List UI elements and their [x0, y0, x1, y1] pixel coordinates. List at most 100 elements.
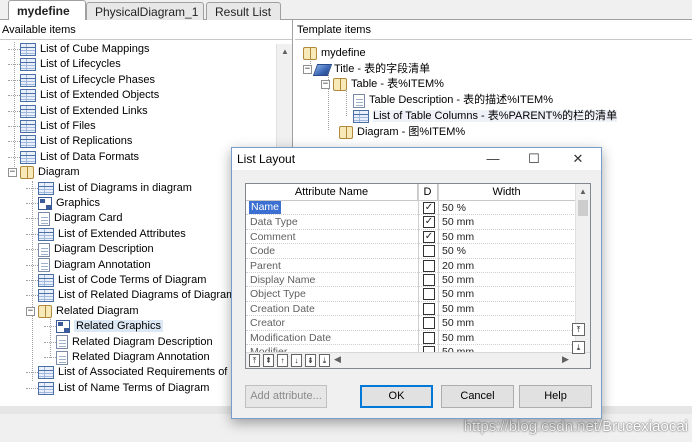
sidebar-item[interactable]: List of Extended Attributes	[26, 227, 186, 242]
collapse-icon[interactable]: −	[26, 306, 35, 316]
move-page-up-icon[interactable]: ⇞	[263, 354, 274, 367]
sidebar-item[interactable]: List of Files	[8, 119, 96, 134]
template-item[interactable]: − Table - 表%ITEM%	[321, 77, 444, 92]
sidebar-item[interactable]: Diagram Description	[26, 242, 154, 257]
column-header-attribute-name[interactable]: Attribute Name	[246, 184, 418, 201]
attribute-name-cell[interactable]: Parent	[250, 259, 281, 273]
display-checkbox[interactable]	[423, 274, 435, 286]
sidebar-item[interactable]: List of Lifecycle Phases	[8, 73, 155, 88]
sidebar-item[interactable]: Related Graphics	[44, 319, 163, 334]
attribute-name-cell[interactable]: Data Type	[250, 215, 298, 229]
table-row[interactable]: Code 50 %	[246, 244, 576, 259]
sidebar-item[interactable]: − Diagram	[8, 165, 80, 180]
sidebar-item[interactable]: List of Replications	[8, 134, 132, 149]
sidebar-item[interactable]: List of Lifecycles	[8, 57, 121, 72]
sidebar-item[interactable]: List of Cube Mappings	[8, 42, 149, 57]
attribute-name-cell[interactable]: Object Type	[250, 287, 306, 301]
sidebar-item[interactable]: Diagram Card	[26, 211, 122, 226]
tab-mydefine[interactable]: mydefine	[8, 0, 86, 21]
attribute-name-cell[interactable]: Display Name	[250, 273, 315, 287]
sidebar-item[interactable]: List of Extended Links	[8, 104, 148, 119]
sidebar-item[interactable]: List of Associated Requirements of Di	[26, 365, 241, 380]
template-item[interactable]: mydefine	[303, 46, 366, 61]
sidebar-item[interactable]: Graphics	[26, 196, 100, 211]
close-icon[interactable]: ✕	[563, 148, 593, 170]
sidebar-item[interactable]: List of Name Terms of Diagram	[26, 381, 209, 396]
sidebar-item[interactable]: List of Code Terms of Diagram	[26, 273, 206, 288]
attribute-name-cell[interactable]: Code	[250, 244, 275, 258]
scroll-up-icon[interactable]: ▲	[576, 184, 590, 200]
help-button[interactable]: Help	[519, 385, 592, 408]
display-checkbox[interactable]	[423, 331, 435, 344]
tab-result-list[interactable]: Result List	[206, 2, 281, 20]
tab-physical-diagram[interactable]: PhysicalDiagram_1	[86, 2, 204, 20]
display-checkbox[interactable]: ✓	[423, 202, 435, 214]
width-cell[interactable]: 50 mm	[442, 215, 474, 229]
move-top-icon[interactable]: ⤒	[249, 354, 260, 367]
sidebar-item[interactable]: List of Data Formats	[8, 150, 139, 165]
sidebar-item[interactable]: List of Extended Objects	[8, 88, 159, 103]
dialog-title-bar[interactable]: List Layout — ☐ ✕	[232, 148, 601, 170]
move-down-icon[interactable]: ↓	[291, 354, 302, 367]
maximize-icon[interactable]: ☐	[519, 148, 549, 170]
width-cell[interactable]: 50 mm	[442, 316, 474, 330]
sidebar-item[interactable]: Related Diagram Description	[44, 335, 213, 350]
add-attribute-button[interactable]: Add attribute...	[245, 385, 327, 408]
scroll-up-icon[interactable]: ▲	[277, 44, 293, 60]
table-row[interactable]: Creation Date 50 mm	[246, 302, 576, 317]
sidebar-item[interactable]: Related Diagram Annotation	[44, 350, 210, 365]
sidebar-item[interactable]: Diagram Annotation	[26, 258, 151, 273]
template-item[interactable]: Table Description - 表的描述%ITEM%	[353, 93, 553, 108]
template-item[interactable]: List of Table Columns - 表%PARENT%的栏的清单	[353, 109, 618, 124]
collapse-icon[interactable]: −	[321, 80, 330, 89]
width-cell[interactable]: 50 %	[442, 244, 466, 258]
width-cell[interactable]: 50 mm	[442, 302, 474, 316]
move-bottom-icon[interactable]: ⤓	[319, 354, 330, 367]
display-checkbox[interactable]	[423, 288, 435, 301]
table-row[interactable]: Creator 50 mm	[246, 316, 576, 331]
collapse-icon[interactable]: −	[303, 65, 312, 74]
width-cell[interactable]: 20 mm	[442, 259, 474, 273]
display-checkbox[interactable]: ✓	[423, 216, 435, 229]
collapse-icon[interactable]: −	[8, 168, 17, 178]
table-row[interactable]: Comment ✓ 50 mm	[246, 230, 576, 245]
template-item[interactable]: − Title - 表的字段清单	[303, 62, 430, 77]
move-to-top-icon[interactable]: ⤒	[572, 323, 585, 336]
width-cell[interactable]: 50 mm	[442, 273, 474, 287]
attribute-name-cell[interactable]: Modification Date	[250, 331, 331, 345]
scroll-right-icon[interactable]: ▶	[562, 354, 569, 365]
attribute-name-cell[interactable]: Name	[249, 201, 282, 214]
cancel-button[interactable]: Cancel	[441, 385, 514, 408]
scroll-left-icon[interactable]: ◀	[334, 354, 341, 365]
width-cell[interactable]: 50 mm	[442, 331, 474, 345]
table-row[interactable]: Display Name 50 mm	[246, 273, 576, 288]
width-cell[interactable]: 50 mm	[442, 287, 474, 301]
table-row[interactable]: Object Type 50 mm	[246, 287, 576, 302]
minimize-icon[interactable]: —	[478, 148, 508, 170]
width-cell[interactable]: 50 %	[442, 201, 466, 215]
attribute-name-cell[interactable]: Creation Date	[250, 302, 315, 316]
table-row[interactable]: Parent 20 mm	[246, 259, 576, 273]
sidebar-item[interactable]: − Related Diagram	[26, 304, 139, 319]
display-checkbox[interactable]	[423, 245, 435, 258]
column-header-width[interactable]: Width	[438, 184, 576, 201]
sidebar-item[interactable]: List of Diagrams in diagram	[26, 181, 192, 196]
display-checkbox[interactable]	[423, 259, 435, 272]
column-header-displayed[interactable]: D	[418, 184, 438, 201]
display-checkbox[interactable]	[423, 302, 435, 315]
table-row[interactable]: Name ✓ 50 %	[246, 201, 576, 216]
display-checkbox[interactable]: ✓	[423, 230, 435, 243]
attribute-name-cell[interactable]: Comment	[250, 230, 296, 244]
sidebar-item[interactable]: List of Related Diagrams of Diagram	[26, 288, 235, 303]
table-row[interactable]: Modification Date 50 mm	[246, 331, 576, 345]
move-page-down-icon[interactable]: ⇟	[305, 354, 316, 367]
attribute-name-cell[interactable]: Creator	[250, 316, 285, 330]
template-item[interactable]: Diagram - 图%ITEM%	[339, 125, 465, 140]
width-cell[interactable]: 50 mm	[442, 230, 474, 244]
move-to-bottom-icon[interactable]: ⤓	[572, 341, 585, 354]
table-row[interactable]: Data Type ✓ 50 mm	[246, 215, 576, 230]
display-checkbox[interactable]	[423, 317, 435, 330]
ok-button[interactable]: OK	[360, 385, 433, 408]
move-up-icon[interactable]: ↑	[277, 354, 288, 367]
scroll-thumb[interactable]	[578, 200, 588, 216]
